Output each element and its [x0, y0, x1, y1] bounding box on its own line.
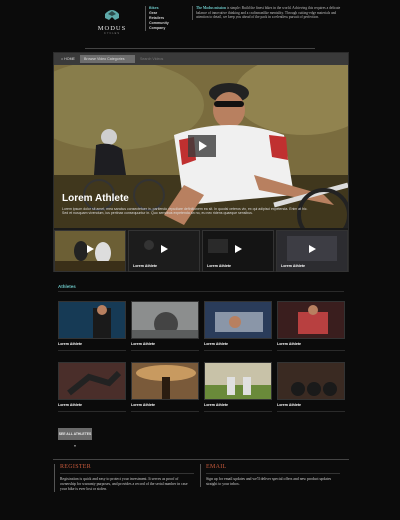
brand-sub: CYCLES: [103, 32, 120, 35]
see-all-athletes-button[interactable]: SEE ALL ATHLETES »: [58, 428, 92, 448]
tab-home-label: HOME: [64, 57, 75, 61]
footer-divider: [53, 459, 349, 460]
hero-title: Lorem Athlete: [62, 193, 129, 204]
play-icon: [309, 245, 316, 253]
thumb-caption: Lorem Athlete: [207, 264, 232, 268]
athlete-card[interactable]: Lorem Athlete: [204, 301, 272, 351]
card-divider: [277, 411, 345, 412]
brand-name: MODUS: [97, 25, 127, 32]
header-divider: [85, 48, 315, 49]
athlete-name: Lorem Athlete: [204, 342, 229, 346]
email-text: Sign up for email updates and we'll deli…: [206, 477, 332, 486]
video-thumb[interactable]: [54, 230, 126, 272]
nav-item-company[interactable]: Company: [149, 26, 185, 31]
thumb-caption: Lorem Athlete: [133, 264, 158, 268]
athlete-card[interactable]: Lorem Athlete: [58, 301, 126, 351]
card-divider: [277, 350, 345, 351]
brand-logo[interactable]: MODUS CYCLES: [92, 8, 132, 44]
register-title[interactable]: REGISTER: [60, 464, 194, 470]
card-divider: [58, 411, 126, 412]
email-rule: [206, 473, 340, 474]
card-divider: [204, 350, 272, 351]
athlete-photo: [131, 362, 199, 400]
mission-lead: The Modus mission: [196, 6, 226, 10]
register-panel: REGISTER Registration is quick and easy …: [54, 464, 194, 492]
athlete-photo: [204, 301, 272, 339]
athlete-photo: [58, 301, 126, 339]
register-text: Registration is quick and easy to protec…: [60, 477, 188, 491]
athlete-card[interactable]: Lorem Athlete: [204, 362, 272, 412]
register-rule: [60, 473, 194, 474]
play-button[interactable]: [188, 135, 216, 157]
card-divider: [58, 350, 126, 351]
athlete-card[interactable]: Lorem Athlete: [277, 362, 345, 412]
video-tabbar: ⌂ HOME Browse Video Categories Search Vi…: [54, 53, 348, 65]
athlete-name: Lorem Athlete: [277, 403, 302, 407]
thumb-caption: Lorem Athlete: [281, 264, 306, 268]
athlete-photo: [277, 301, 345, 339]
hero-video[interactable]: Lorem Athlete Lorem ipsum dolor sit amet…: [54, 65, 348, 228]
play-icon: [161, 245, 168, 253]
mission-statement: The Modus mission is simple: Build the f…: [192, 6, 342, 20]
play-icon: [87, 245, 94, 253]
athlete-name: Lorem Athlete: [58, 342, 83, 346]
athlete-card[interactable]: Lorem Athlete: [131, 362, 199, 412]
helmet-logo-icon: [105, 10, 119, 20]
athlete-name: Lorem Athlete: [277, 342, 302, 346]
athlete-photo: [277, 362, 345, 400]
athlete-photo: [131, 301, 199, 339]
video-thumb[interactable]: Lorem Athlete: [128, 230, 200, 272]
card-divider: [131, 411, 199, 412]
main-nav: Bikes Gear Retailers Community Company: [145, 6, 185, 31]
hero-description: Lorem ipsum dolor sit amet, mea sanctus …: [62, 207, 308, 216]
athlete-photo: [204, 362, 272, 400]
email-panel: EMAIL Sign up for email updates and we'l…: [200, 464, 340, 487]
video-thumb[interactable]: Lorem Athlete: [202, 230, 274, 272]
site-header: MODUS CYCLES Bikes Gear Retailers Commun…: [0, 0, 400, 48]
tab-categories[interactable]: Browse Video Categories: [80, 55, 135, 63]
video-thumbnails: Lorem Athlete Lorem Athlete Lorem Athlet…: [54, 230, 348, 272]
athlete-card[interactable]: Lorem Athlete: [277, 301, 345, 351]
play-icon: [235, 245, 242, 253]
athlete-photo: [58, 362, 126, 400]
athletes-divider: [58, 291, 344, 292]
video-search-input[interactable]: Search Videos: [137, 55, 187, 63]
card-divider: [131, 350, 199, 351]
athlete-name: Lorem Athlete: [204, 403, 229, 407]
athlete-name: Lorem Athlete: [131, 342, 156, 346]
tab-home[interactable]: ⌂ HOME: [57, 55, 79, 63]
card-divider: [204, 411, 272, 412]
athlete-name: Lorem Athlete: [58, 403, 83, 407]
athlete-card[interactable]: Lorem Athlete: [131, 301, 199, 351]
athlete-card[interactable]: Lorem Athlete: [58, 362, 126, 412]
email-title[interactable]: EMAIL: [206, 464, 340, 470]
athletes-heading: Athletes: [58, 284, 76, 289]
athlete-name: Lorem Athlete: [131, 403, 156, 407]
video-thumb[interactable]: Lorem Athlete: [276, 230, 348, 272]
video-module: ⌂ HOME Browse Video Categories Search Vi…: [53, 52, 349, 272]
